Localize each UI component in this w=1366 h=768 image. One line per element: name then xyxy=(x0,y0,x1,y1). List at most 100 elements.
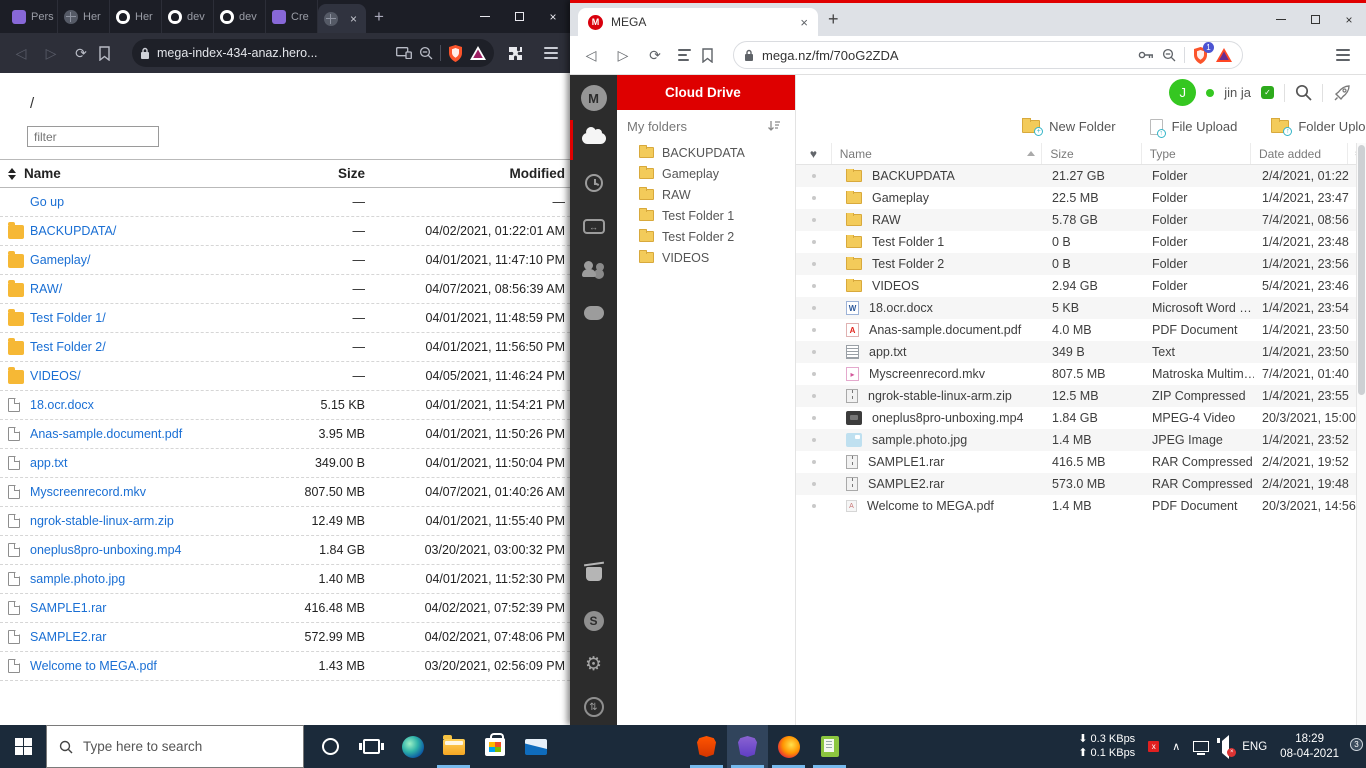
browser-tab[interactable]: dev xyxy=(214,0,266,33)
rocket-icon[interactable] xyxy=(1333,83,1352,102)
close-button[interactable]: × xyxy=(536,0,570,33)
favourite-dot[interactable] xyxy=(796,504,832,508)
mega-logo-icon[interactable]: M xyxy=(570,85,617,111)
filter-input[interactable] xyxy=(27,126,159,147)
new-tab-button[interactable]: + xyxy=(828,9,839,30)
mega-file-row[interactable]: BACKUPDATA 21.27 GB Folder 2/4/2021, 01:… xyxy=(796,165,1366,187)
browser-tab[interactable]: Her xyxy=(58,0,110,33)
bookmark-icon[interactable] xyxy=(98,46,124,61)
file-link[interactable]: Test Folder 1/ xyxy=(30,311,106,325)
favourite-dot[interactable] xyxy=(796,438,832,442)
file-link[interactable]: Welcome to MEGA.pdf xyxy=(30,659,157,673)
back-icon[interactable]: ◁ xyxy=(8,45,34,62)
avatar[interactable]: J xyxy=(1169,79,1196,106)
send-to-devices-icon[interactable] xyxy=(396,47,412,59)
favourite-dot[interactable] xyxy=(796,196,832,200)
tray-expand-chevron-icon[interactable]: ∧ xyxy=(1172,740,1180,753)
brave-shield-icon[interactable] xyxy=(448,45,463,62)
mega-file-row[interactable]: W 18.ocr.docx 5 KB Microsoft Word … 1/4/… xyxy=(796,297,1366,319)
column-name[interactable]: Name xyxy=(24,166,61,181)
favourite-dot[interactable] xyxy=(796,460,832,464)
favourite-dot[interactable] xyxy=(796,482,832,486)
brave-tor-button[interactable] xyxy=(727,725,768,768)
column-date-added[interactable]: Date added xyxy=(1251,143,1348,164)
favourite-dot[interactable] xyxy=(796,284,832,288)
tree-folder-item[interactable]: RAW xyxy=(617,184,795,205)
file-explorer-button[interactable] xyxy=(433,725,474,768)
firefox-button[interactable] xyxy=(768,725,809,768)
sort-updown-icon[interactable] xyxy=(8,168,16,180)
file-link[interactable]: SAMPLE2.rar xyxy=(30,630,106,644)
browser-menu-icon[interactable] xyxy=(1336,49,1350,61)
sort-folders-icon[interactable] xyxy=(767,120,781,132)
mega-file-row[interactable]: RAW 5.78 GB Folder 7/4/2021, 08:56 xyxy=(796,209,1366,231)
tree-folder-item[interactable]: Test Folder 2 xyxy=(617,226,795,247)
mega-file-row[interactable]: Test Folder 2 0 B Folder 1/4/2021, 23:56 xyxy=(796,253,1366,275)
notepad-button[interactable] xyxy=(809,725,850,768)
folder-upload-button[interactable]: ↑ Folder Upload xyxy=(1271,119,1366,134)
file-link[interactable]: RAW/ xyxy=(30,282,62,296)
file-link[interactable]: Go up xyxy=(30,195,64,209)
browser-tab-mega[interactable]: M MEGA × xyxy=(578,8,818,36)
mega-file-row[interactable]: ngrok-stable-linux-arm.zip 12.5 MB ZIP C… xyxy=(796,385,1366,407)
start-button[interactable] xyxy=(0,725,46,768)
column-modified[interactable]: Modified xyxy=(365,166,570,181)
new-tab-button[interactable]: + xyxy=(374,7,384,27)
minimize-button[interactable] xyxy=(468,0,502,33)
reload-icon[interactable]: ⟳ xyxy=(642,47,668,64)
tab-close-icon[interactable]: × xyxy=(800,15,808,30)
edge-button[interactable] xyxy=(392,725,433,768)
mega-file-row[interactable]: SAMPLE2.rar 573.0 MB RAR Compressed 2/4/… xyxy=(796,473,1366,495)
back-icon[interactable]: ◁ xyxy=(578,47,604,64)
cloud-drive-icon[interactable] xyxy=(570,125,617,144)
mail-button[interactable] xyxy=(515,725,556,768)
transfers-icon[interactable]: ⇅ xyxy=(570,697,617,717)
new-folder-button[interactable]: + New Folder xyxy=(1022,119,1115,134)
file-link[interactable]: sample.photo.jpg xyxy=(30,572,125,586)
network-speed-indicator[interactable]: ⬇ 0.3 KBps ⬆ 0.1 KBps xyxy=(1078,733,1135,761)
file-link[interactable]: SAMPLE1.rar xyxy=(30,601,106,615)
settings-gear-icon[interactable]: ⚙ xyxy=(570,655,617,674)
shared-links-icon[interactable]: ↔ xyxy=(570,219,617,234)
user-name[interactable]: jin ja xyxy=(1224,85,1251,100)
language-indicator[interactable]: ENG xyxy=(1242,741,1267,753)
forward-icon[interactable]: ▷ xyxy=(38,45,64,62)
favourite-dot[interactable] xyxy=(796,416,832,420)
maximize-button[interactable] xyxy=(1298,3,1332,36)
file-link[interactable]: oneplus8pro-unboxing.mp4 xyxy=(30,543,182,557)
favourite-dot[interactable] xyxy=(796,174,832,178)
mega-file-row[interactable]: sample.photo.jpg 1.4 MB JPEG Image 1/4/2… xyxy=(796,429,1366,451)
recents-clock-icon[interactable] xyxy=(570,174,617,192)
extensions-puzzle-icon[interactable] xyxy=(508,46,534,61)
reading-list-icon[interactable] xyxy=(678,49,691,61)
password-key-icon[interactable] xyxy=(1138,50,1154,60)
taskbar-clock[interactable]: 18:29 08-04-2021 xyxy=(1280,732,1339,762)
mega-file-row[interactable]: Test Folder 1 0 B Folder 1/4/2021, 23:48 xyxy=(796,231,1366,253)
favourite-dot[interactable] xyxy=(796,350,832,354)
favourite-dot[interactable] xyxy=(796,262,832,266)
mega-file-row[interactable]: A Anas-sample.document.pdf 4.0 MB PDF Do… xyxy=(796,319,1366,341)
mega-file-row[interactable]: app.txt 349 B Text 1/4/2021, 23:50 xyxy=(796,341,1366,363)
favourite-dot[interactable] xyxy=(796,218,832,222)
brave-button[interactable] xyxy=(686,725,727,768)
minimize-button[interactable] xyxy=(1264,3,1298,36)
zoom-out-icon[interactable] xyxy=(419,46,433,60)
browser-menu-icon[interactable] xyxy=(544,47,558,59)
mega-file-row[interactable]: ▸ Myscreenrecord.mkv 807.5 MB Matroska M… xyxy=(796,363,1366,385)
browser-tab[interactable]: dev xyxy=(162,0,214,33)
scrollbar-thumb[interactable] xyxy=(1358,145,1365,395)
tree-folder-item[interactable]: BACKUPDATA xyxy=(617,142,795,163)
favourite-column-heart-icon[interactable]: ♥ xyxy=(796,143,832,164)
mega-file-row[interactable]: SAMPLE1.rar 416.5 MB RAR Compressed 2/4/… xyxy=(796,451,1366,473)
tree-folder-item[interactable]: VIDEOS xyxy=(617,247,795,268)
tray-app-icon[interactable]: x xyxy=(1148,741,1159,752)
scrollbar[interactable] xyxy=(1356,143,1366,725)
mega-file-row[interactable]: oneplus8pro-unboxing.mp4 1.84 GB MPEG-4 … xyxy=(796,407,1366,429)
forward-icon[interactable]: ▷ xyxy=(610,47,636,64)
file-link[interactable]: 18.ocr.docx xyxy=(30,398,94,412)
zoom-out-icon[interactable] xyxy=(1162,48,1176,62)
file-link[interactable]: Gameplay/ xyxy=(30,253,90,267)
tree-folder-item[interactable]: Test Folder 1 xyxy=(617,205,795,226)
maximize-button[interactable] xyxy=(502,0,536,33)
browser-tab[interactable]: Her xyxy=(110,0,162,33)
